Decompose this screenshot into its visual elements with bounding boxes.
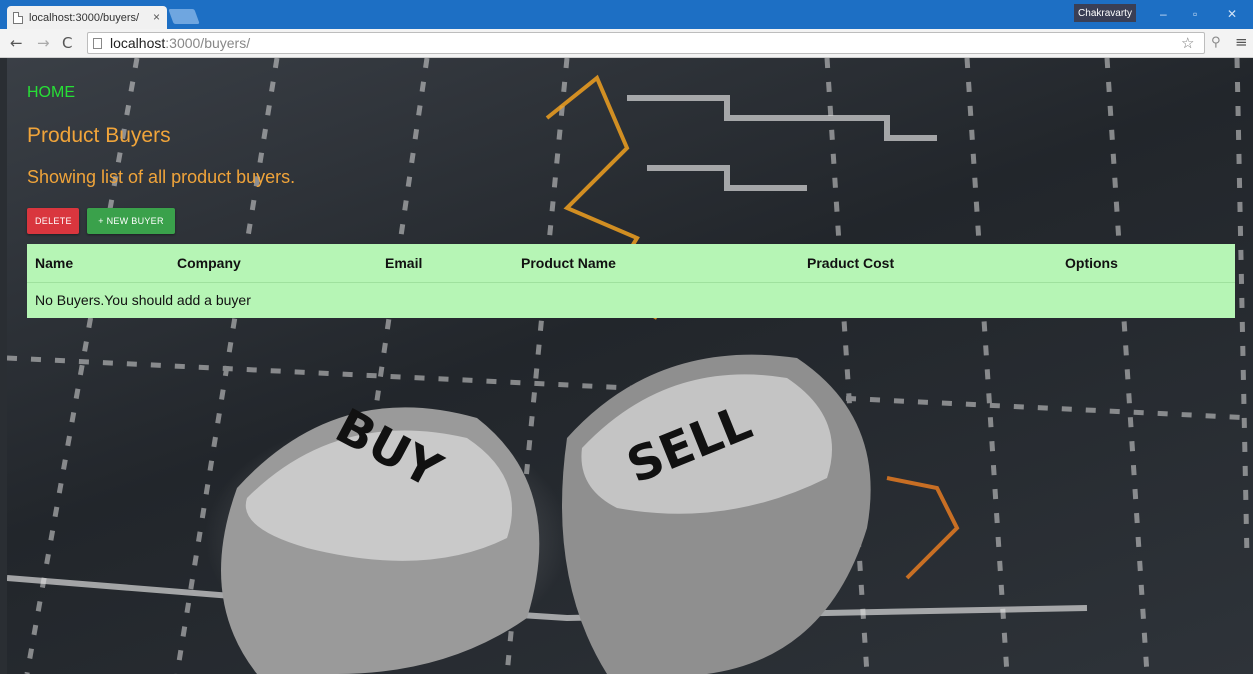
- browser-tab[interactable]: localhost:3000/buyers/ ×: [7, 6, 167, 29]
- column-header-options[interactable]: Options: [1057, 244, 1235, 283]
- forward-arrow-icon[interactable]: →: [37, 34, 50, 52]
- reload-icon[interactable]: C: [62, 34, 72, 52]
- page-icon: [13, 11, 23, 24]
- column-header-product-name[interactable]: Product Name: [513, 244, 799, 283]
- delete-button[interactable]: DELETE: [27, 208, 79, 234]
- tab-title: localhost:3000/buyers/: [29, 11, 140, 24]
- column-header-email[interactable]: Email: [377, 244, 513, 283]
- page-icon: [93, 37, 102, 49]
- empty-table-message: No Buyers.You should add a buyer: [35, 292, 251, 309]
- extension-icon[interactable]: ⚲: [1211, 35, 1221, 50]
- background-image: BUY SELL: [7, 58, 1253, 674]
- column-header-company[interactable]: Company: [169, 244, 377, 283]
- tab-close-icon[interactable]: ×: [153, 10, 160, 24]
- table-row: No Buyers.You should add a buyer: [27, 282, 1235, 318]
- page-subtitle: Showing list of all product buyers.: [27, 167, 296, 187]
- url-path: :3000/buyers/: [165, 35, 251, 51]
- page-viewport: BUY SELL HOME Product Buyers Showing lis…: [7, 58, 1253, 674]
- browser-titlebar: localhost:3000/buyers/ × Chakravarty – ▫…: [0, 0, 1253, 29]
- address-bar[interactable]: localhost:3000/buyers/: [87, 32, 1205, 54]
- close-window-icon[interactable]: ✕: [1227, 7, 1237, 21]
- table-header-row: Name Company Email Product Name Praduct …: [27, 244, 1235, 283]
- home-link[interactable]: HOME: [27, 84, 75, 102]
- column-header-name[interactable]: Name: [27, 244, 169, 283]
- hamburger-menu-icon[interactable]: ≡: [1235, 33, 1248, 51]
- browser-toolbar: ← → C localhost:3000/buyers/ ☆ ⚲ ≡: [0, 29, 1253, 58]
- profile-button[interactable]: Chakravarty: [1074, 4, 1136, 22]
- back-arrow-icon[interactable]: ←: [10, 34, 23, 52]
- new-buyer-button[interactable]: + NEW BUYER: [87, 208, 175, 234]
- buyers-table: Name Company Email Product Name Praduct …: [27, 244, 1235, 318]
- minimize-icon[interactable]: –: [1160, 7, 1167, 21]
- new-tab-button[interactable]: [168, 9, 200, 24]
- column-header-product-cost[interactable]: Praduct Cost: [799, 244, 1057, 283]
- url-host: localhost: [110, 35, 166, 51]
- star-icon[interactable]: ☆: [1181, 34, 1194, 52]
- page-title: Product Buyers: [27, 124, 171, 147]
- maximize-icon[interactable]: ▫: [1193, 7, 1197, 21]
